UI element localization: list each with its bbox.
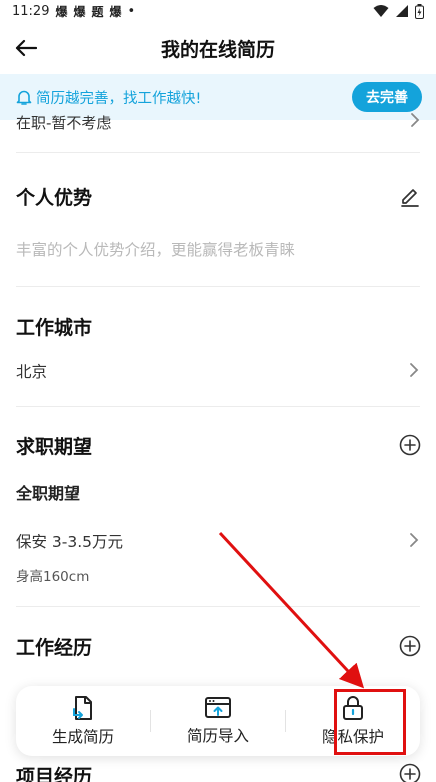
generate-resume-button[interactable]: 生成简历 xyxy=(16,686,150,756)
signal-icon xyxy=(396,5,408,17)
city-chevron[interactable] xyxy=(406,360,422,380)
chevron-right-icon xyxy=(411,113,420,127)
notification-icon: 爆 xyxy=(55,4,68,19)
complete-resume-button[interactable]: 去完善 xyxy=(352,82,422,112)
import-resume-button[interactable]: 简历导入 xyxy=(151,686,285,756)
add-project-button[interactable] xyxy=(398,762,422,782)
status-right xyxy=(373,3,424,19)
add-expectation-button[interactable] xyxy=(398,433,422,457)
job-status-row[interactable]: 在职-暂不考虑 xyxy=(16,112,420,134)
nav-bar: 我的在线简历 xyxy=(0,24,436,72)
status-left: 11:29 爆 爆 题 爆 • xyxy=(12,3,135,20)
expectation-subtitle: 全职期望 xyxy=(16,484,81,503)
section-title-expectation: 求职期望 xyxy=(16,436,93,458)
dot-icon: • xyxy=(127,3,136,19)
generate-resume-label: 生成简历 xyxy=(51,728,114,746)
section-title-city: 工作城市 xyxy=(16,317,93,339)
notification-icon: 题 xyxy=(91,4,104,19)
add-experience-button[interactable] xyxy=(398,634,422,658)
tip-text: 简历越完善，找工作越快! xyxy=(36,90,202,107)
job-status-text: 在职-暂不考虑 xyxy=(16,114,112,132)
section-title-project: 项目经历 xyxy=(16,766,93,782)
plus-circle-icon xyxy=(399,434,421,456)
edit-icon xyxy=(401,189,419,207)
chevron-right-icon xyxy=(410,363,419,377)
page-title: 我的在线简历 xyxy=(160,38,275,61)
city-value[interactable]: 北京 xyxy=(16,360,47,382)
expectation-job[interactable]: 保安 3-3.5万元 xyxy=(16,530,123,552)
divider xyxy=(16,286,420,287)
edit-advantage-button[interactable] xyxy=(398,184,422,208)
divider xyxy=(16,152,420,153)
bell-icon xyxy=(16,90,32,105)
status-time: 11:29 xyxy=(12,3,50,19)
arrow-left-icon xyxy=(15,39,37,57)
back-button[interactable] xyxy=(10,32,42,64)
divider xyxy=(16,406,420,407)
expectation-detail: 身高160cm xyxy=(16,569,90,585)
battery-icon xyxy=(415,3,424,19)
import-resume-label: 简历导入 xyxy=(186,727,249,745)
document-generate-icon xyxy=(73,696,92,720)
section-title-experience: 工作经历 xyxy=(16,637,93,659)
wifi-icon xyxy=(373,5,389,17)
advantage-placeholder[interactable]: 丰富的个人优势介绍，更能赢得老板青睐 xyxy=(16,238,295,260)
plus-circle-icon xyxy=(399,635,421,657)
section-title-advantage: 个人优势 xyxy=(16,187,93,209)
status-bar: 11:29 爆 爆 题 爆 • xyxy=(0,0,436,22)
divider xyxy=(16,606,420,607)
expectation-chevron[interactable] xyxy=(406,530,422,550)
plus-circle-icon xyxy=(399,763,421,782)
chevron-right-icon xyxy=(410,533,419,547)
notification-icon: 爆 xyxy=(109,4,122,19)
notification-icon: 爆 xyxy=(73,4,86,19)
annotation-highlight-box xyxy=(334,689,406,755)
browser-import-icon xyxy=(205,697,231,718)
